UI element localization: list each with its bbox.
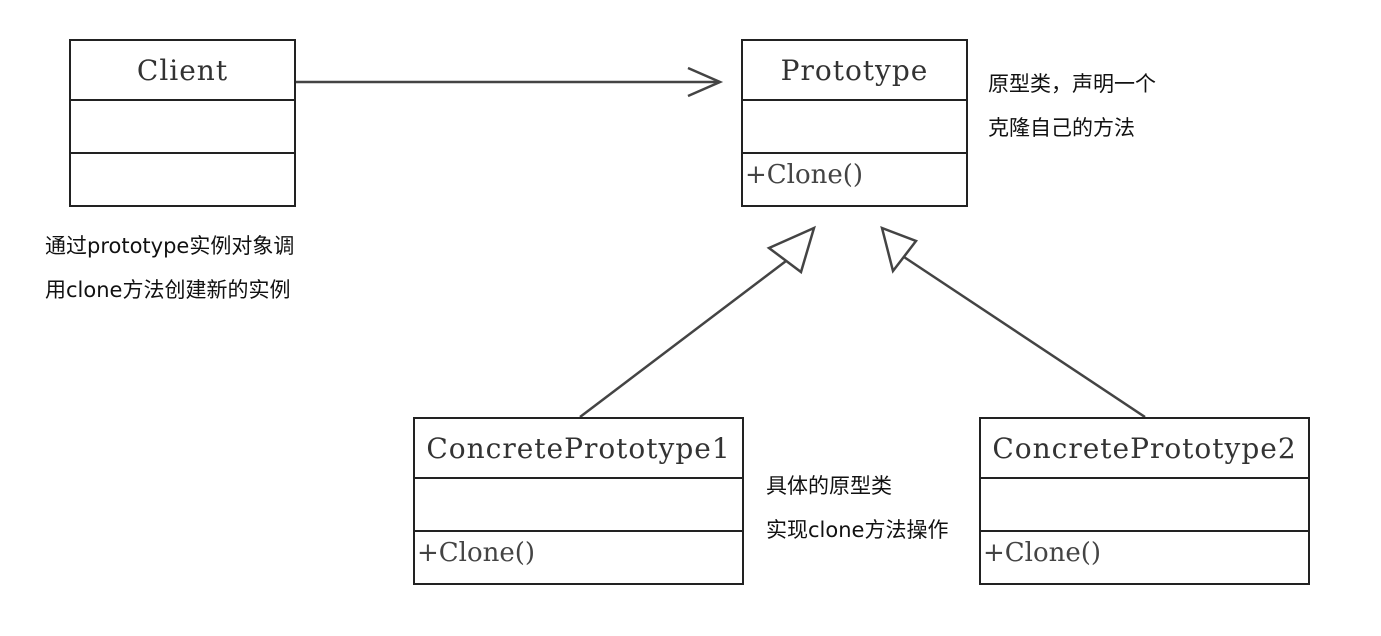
generalization-arrowhead-1: [766, 225, 816, 275]
class-concrete-prototype-1: ConcretePrototype1 +Clone(): [413, 417, 744, 585]
class-attributes: [415, 479, 742, 532]
class-attributes: [71, 101, 294, 154]
class-name: Client: [71, 41, 294, 101]
note-line: 用clone方法创建新的实例: [45, 278, 291, 302]
class-name: ConcretePrototype1: [415, 419, 742, 479]
class-operations: [71, 154, 294, 205]
class-name: Prototype: [743, 41, 966, 101]
note-line: 实现clone方法操作: [766, 518, 949, 542]
note-line: 通过prototype实例对象调: [45, 234, 295, 258]
note-prototype: 原型类，声明一个 克隆自己的方法: [988, 62, 1156, 150]
class-operations: +Clone(): [417, 538, 536, 568]
class-attributes: [743, 101, 966, 154]
class-attributes: [981, 479, 1308, 532]
note-line: 克隆自己的方法: [988, 116, 1135, 140]
class-operations: +Clone(): [745, 160, 864, 190]
generalization-arrowhead-2: [880, 225, 919, 274]
generalization-line-2: [903, 255, 1146, 419]
note-line: 原型类，声明一个: [988, 72, 1156, 96]
class-prototype: Prototype +Clone(): [741, 39, 968, 207]
class-concrete-prototype-2: ConcretePrototype2 +Clone(): [979, 417, 1310, 585]
class-client: Client: [69, 39, 296, 207]
note-concrete: 具体的原型类 实现clone方法操作: [766, 464, 948, 552]
note-line: 具体的原型类: [766, 474, 892, 498]
generalization-line-1: [579, 257, 791, 418]
class-operations: +Clone(): [983, 538, 1102, 568]
class-name: ConcretePrototype2: [981, 419, 1308, 479]
note-client: 通过prototype实例对象调 用clone方法创建新的实例: [45, 224, 294, 312]
uml-class-diagram: Client Prototype +Clone() ConcreteProtot…: [0, 0, 1381, 636]
